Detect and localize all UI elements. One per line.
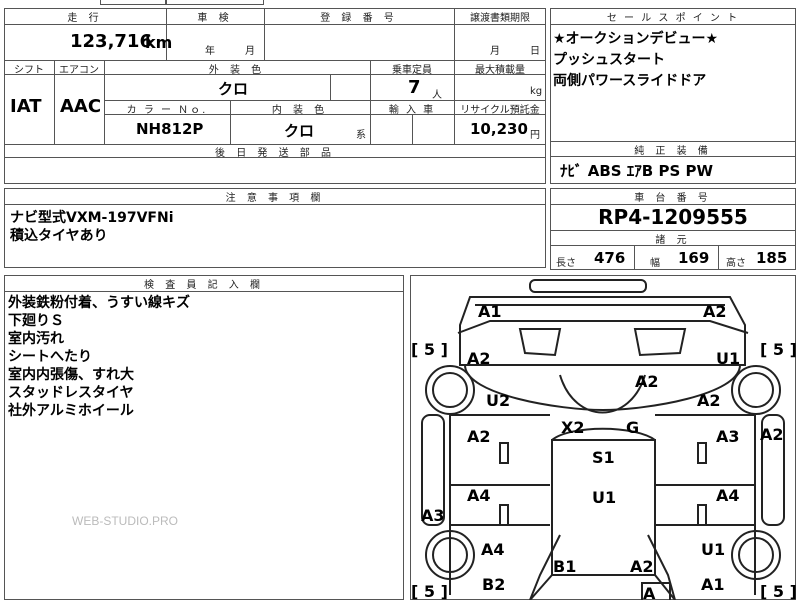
width-label: 幅: [650, 258, 660, 269]
damage-mark: A2: [760, 425, 784, 444]
damage-mark: U1: [716, 349, 741, 368]
capacity-value: 7: [408, 77, 421, 98]
dims-label: 諸 元: [655, 235, 691, 246]
length-value: 476: [594, 249, 626, 267]
sales-points-label: セ ー ル ス ポ イ ン ト: [606, 13, 740, 24]
damage-mark: G: [626, 418, 640, 437]
damage-mark: X2: [561, 418, 585, 437]
damage-mark: U2: [486, 391, 511, 410]
damage-mark: A4: [716, 486, 740, 505]
tire-mark: [ 5 ]: [760, 582, 797, 601]
exterior-color-value: クロ: [218, 80, 249, 98]
color-no-label: カ ラ ー Ｎｏ.: [126, 105, 208, 116]
tire-mark: [ 5 ]: [411, 340, 448, 359]
inspector-line: 社外アルミホイール: [8, 403, 134, 419]
damage-mark: A2: [467, 427, 491, 446]
damage-mark: A2: [630, 557, 654, 576]
tire-mark: [ 5 ]: [760, 340, 797, 359]
shift-value: IAT: [10, 96, 42, 117]
tire-mark: [ 5 ]: [411, 582, 448, 601]
shift-label: シフト: [14, 65, 44, 76]
sales-points-list: ★オークションデビュー★ プッシュスタート 両側パワースライドドア: [553, 30, 718, 90]
capacity-unit: 人: [432, 90, 442, 101]
width-value: 169: [678, 249, 710, 267]
notes-line: ナビ型式VXM-197VFNi: [10, 210, 174, 226]
inspection-label: 車 検: [197, 13, 233, 24]
max-load-unit: kg: [530, 86, 543, 97]
interior-color-value: クロ: [284, 122, 315, 140]
damage-mark: U1: [592, 488, 617, 507]
inspector-label: 検 査 員 記 入 欄: [144, 280, 264, 291]
notes-label: 注 意 事 項 欄: [225, 193, 325, 204]
chassis-label: 車 台 番 号: [634, 193, 712, 204]
height-label: 高さ: [726, 258, 746, 269]
transfer-day-unit: 日: [530, 46, 540, 57]
notes-list: ナビ型式VXM-197VFNi 積込タイヤあり: [10, 209, 174, 245]
color-no-value: NH812P: [136, 120, 204, 138]
damage-mark: S1: [592, 448, 615, 467]
genuine-value: ﾅﾋﾞ ABS ｴｱB PS PW: [560, 162, 714, 180]
notes-line: 積込タイヤあり: [10, 228, 108, 244]
sales-point-line: プッシュスタート: [553, 52, 665, 68]
max-load-label: 最大積載量: [475, 65, 525, 76]
inspector-line: 下廻りＳ: [8, 313, 64, 329]
damage-mark: A3: [716, 427, 740, 446]
top-cut-strip: [0, 0, 800, 6]
aircon-label: エアコン: [59, 65, 99, 76]
damage-mark: A2: [703, 302, 727, 321]
length-label: 長さ: [556, 258, 576, 269]
damage-mark: A2: [635, 372, 659, 391]
inspector-line: 外装鉄粉付着、うすい線キズ: [8, 295, 190, 311]
later-parts-label: 後 日 発 送 部 品: [215, 148, 335, 159]
genuine-label: 純 正 装 備: [634, 146, 712, 157]
sales-point-line: ★オークションデビュー★: [553, 31, 719, 47]
aircon-value: AAC: [60, 96, 102, 117]
damage-mark: A3: [421, 506, 445, 525]
mileage-value: 123,716: [70, 31, 152, 52]
damage-mark: A4: [481, 540, 505, 559]
damage-mark: A2: [697, 391, 721, 410]
recycle-value: 10,230: [470, 120, 528, 138]
capacity-label: 乗車定員: [392, 65, 432, 76]
chassis-value: RP4-1209555: [598, 205, 748, 229]
inspector-line: 室内汚れ: [8, 331, 64, 347]
inspector-line: 室内内張傷、すれ大: [8, 367, 134, 383]
height-value: 185: [756, 249, 788, 267]
inspection-year-unit: 年: [205, 46, 215, 57]
sales-point-line: 両側パワースライドドア: [553, 73, 707, 89]
damage-mark: A1: [478, 302, 502, 321]
recycle-unit: 円: [530, 130, 540, 141]
transfer-label: 譲渡書類期限: [470, 13, 530, 24]
damage-mark: B1: [553, 557, 577, 576]
damage-mark: B2: [482, 575, 506, 594]
watermark: WEB-STUDIO.PRO: [72, 514, 179, 528]
mileage-label: 走 行: [67, 13, 103, 24]
registration-label: 登 録 番 号: [320, 13, 398, 24]
mileage-unit: km: [145, 33, 173, 52]
damage-mark: A: [643, 584, 656, 603]
inspection-month-unit: 月: [245, 46, 255, 57]
inspector-line: シートへたり: [8, 349, 92, 365]
recycle-label: リサイクル預託金: [460, 105, 540, 116]
inspector-list: 外装鉄粉付着、うすい線キズ 下廻りＳ 室内汚れ シートへたり 室内内張傷、すれ大…: [8, 294, 190, 420]
interior-color-label: 内 装 色: [271, 105, 329, 116]
inspector-line: スタッドレスタイヤ: [8, 385, 134, 401]
damage-mark: U1: [701, 540, 726, 559]
damage-mark: A1: [701, 575, 725, 594]
interior-color-suffix: 系: [356, 130, 366, 141]
damage-mark: A2: [467, 349, 491, 368]
damage-mark: A4: [467, 486, 491, 505]
transfer-month-unit: 月: [490, 46, 500, 57]
